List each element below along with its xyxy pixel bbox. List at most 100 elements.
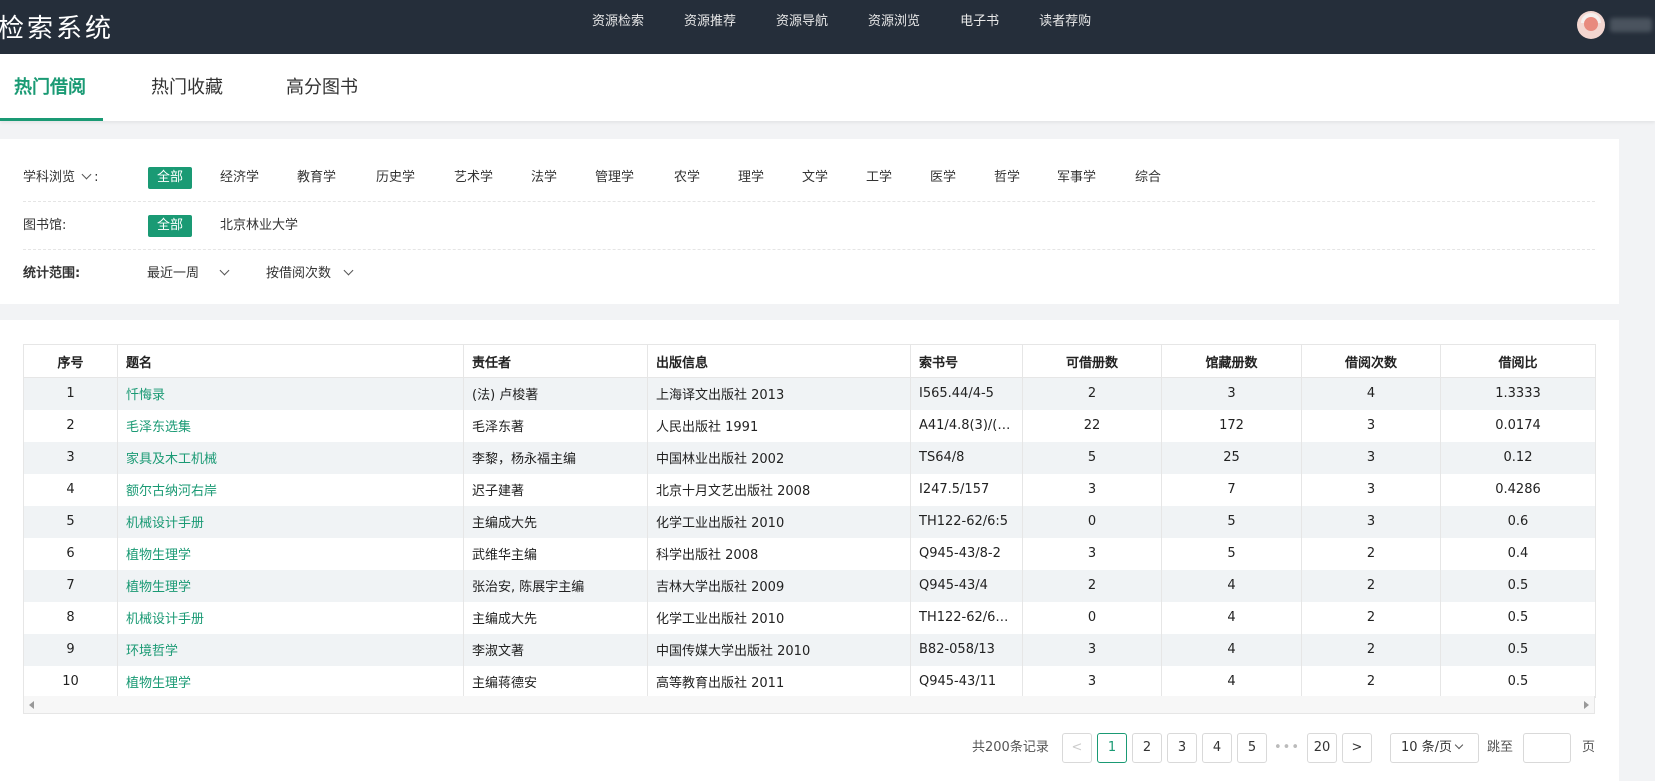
cell-title[interactable]: 植物生理学 bbox=[117, 665, 464, 698]
period-select[interactable]: 最近一周 bbox=[147, 250, 230, 298]
cell-borrow-count: 3 bbox=[1301, 409, 1441, 442]
table-row: 2 毛泽东选集 毛泽东著 人民出版社 1991 A41/4.8(3)/(… 22 172 3 0… bbox=[23, 409, 1596, 442]
subject-chip-engineering[interactable]: 工学 bbox=[866, 167, 892, 189]
subject-chip-military[interactable]: 军事学 bbox=[1057, 167, 1096, 189]
sort-select[interactable]: 按借阅次数 bbox=[266, 250, 354, 298]
tab-bar: 热门借阅 热门收藏 高分图书 bbox=[0, 54, 1655, 121]
chevron-down-icon bbox=[343, 265, 354, 276]
cell-title[interactable]: 额尔古纳河右岸 bbox=[117, 473, 464, 506]
nav-item-resource-navigation[interactable]: 资源导航 bbox=[776, 0, 828, 54]
cell-publication: 上海译文出版社 2013 bbox=[647, 377, 911, 410]
brand-title[interactable]: 检索系统 bbox=[0, 8, 114, 45]
library-chip-bjfu[interactable]: 北京林业大学 bbox=[220, 215, 298, 237]
cell-call-number: A41/4.8(3)/(… bbox=[910, 409, 1023, 442]
next-page-button[interactable]: > bbox=[1342, 733, 1372, 763]
subject-chip-all[interactable]: 全部 bbox=[148, 167, 193, 189]
subject-chip-literature[interactable]: 文学 bbox=[802, 167, 828, 189]
cell-holdings: 5 bbox=[1161, 505, 1302, 538]
subject-chip-law[interactable]: 法学 bbox=[531, 167, 557, 189]
filter-panel: 学科浏览 : 全部 经济学 教育学 历史学 艺术学 法学 管理学 农学 理学 文… bbox=[0, 139, 1619, 304]
user-avatar[interactable] bbox=[1577, 11, 1605, 39]
cell-title[interactable]: 植物生理学 bbox=[117, 537, 464, 570]
active-tab-indicator bbox=[0, 118, 103, 121]
scroll-left-icon[interactable] bbox=[29, 701, 34, 709]
range-filter-row: 统计范围: 最近一周 按借阅次数 bbox=[23, 250, 1595, 298]
subject-chip-science[interactable]: 理学 bbox=[738, 167, 764, 189]
table-row: 5 机械设计手册 主编成大先 化学工业出版社 2010 TH122-62/6:5 0 5 3 0… bbox=[23, 505, 1596, 538]
cell-borrow-ratio: 0.5 bbox=[1440, 633, 1596, 666]
table-row: 1 忏悔录 (法) 卢梭著 上海译文出版社 2013 I565.44/4-5 2 3 4 1.3… bbox=[23, 377, 1596, 410]
subject-chip-art[interactable]: 艺术学 bbox=[454, 167, 493, 189]
results-panel: 序号 题名 责任者 出版信息 索书号 可借册数 馆藏册数 借阅次数 借阅比 1忏… bbox=[0, 320, 1619, 781]
jump-page-input[interactable] bbox=[1523, 733, 1571, 763]
cell-available: 2 bbox=[1022, 377, 1162, 410]
page-button-4[interactable]: 4 bbox=[1202, 733, 1232, 763]
cell-borrow-ratio: 0.5 bbox=[1440, 569, 1596, 602]
chevron-down-icon bbox=[219, 265, 230, 276]
subject-chip-agriculture[interactable]: 农学 bbox=[674, 167, 700, 189]
table-body: 1 忏悔录 (法) 卢梭著 上海译文出版社 2013 I565.44/4-5 2 3 4 1.3… bbox=[23, 377, 1596, 698]
cell-borrow-ratio: 0.0174 bbox=[1440, 409, 1596, 442]
page-button-2[interactable]: 2 bbox=[1132, 733, 1162, 763]
cell-holdings: 3 bbox=[1161, 377, 1302, 410]
cell-author: 李淑文著 bbox=[463, 633, 648, 666]
cell-call-number: I247.5/157 bbox=[910, 473, 1023, 506]
page-button-1[interactable]: 1 bbox=[1097, 733, 1127, 763]
period-select-value: 最近一周 bbox=[147, 266, 200, 281]
tab-high-rated[interactable]: 高分图书 bbox=[286, 54, 358, 121]
library-filter-label: 图书馆: bbox=[23, 218, 67, 233]
library-chip-all[interactable]: 全部 bbox=[148, 215, 193, 237]
subject-chip-economics[interactable]: 经济学 bbox=[220, 167, 259, 189]
range-filter-label: 统计范围: bbox=[23, 266, 81, 281]
page-size-value: 10 条/页 bbox=[1401, 740, 1453, 755]
subject-chip-general[interactable]: 综合 bbox=[1135, 167, 1161, 189]
cell-call-number: TH122-62/6:5 bbox=[910, 505, 1023, 538]
cell-index: 9 bbox=[23, 633, 118, 666]
cell-publication: 吉林大学出版社 2009 bbox=[647, 569, 911, 602]
prev-page-button[interactable]: < bbox=[1062, 733, 1092, 763]
page-size-select[interactable]: 10 条/页 bbox=[1390, 733, 1479, 763]
subject-chip-education[interactable]: 教育学 bbox=[297, 167, 336, 189]
main-nav: 资源检索 资源推荐 资源导航 资源浏览 电子书 读者荐购 bbox=[592, 0, 1131, 54]
cell-index: 4 bbox=[23, 473, 118, 506]
column-header-author: 责任者 bbox=[463, 344, 648, 378]
cell-publication: 高等教育出版社 2011 bbox=[647, 665, 911, 698]
cell-title[interactable]: 毛泽东选集 bbox=[117, 409, 464, 442]
subject-chip-medicine[interactable]: 医学 bbox=[930, 167, 956, 189]
total-records: 共200条记录 bbox=[972, 740, 1049, 755]
nav-item-resource-search[interactable]: 资源检索 bbox=[592, 0, 644, 54]
subject-chip-management[interactable]: 管理学 bbox=[595, 167, 634, 189]
subject-chip-philosophy[interactable]: 哲学 bbox=[994, 167, 1020, 189]
column-header-title: 题名 bbox=[117, 344, 464, 378]
scroll-right-icon[interactable] bbox=[1584, 701, 1589, 709]
page-ellipsis[interactable]: ••• bbox=[1272, 733, 1302, 763]
nav-item-resource-browse[interactable]: 资源浏览 bbox=[868, 0, 920, 54]
tab-hot-collection[interactable]: 热门收藏 bbox=[151, 54, 223, 121]
cell-call-number: Q945-43/4 bbox=[910, 569, 1023, 602]
cell-available: 5 bbox=[1022, 441, 1162, 474]
page-button-5[interactable]: 5 bbox=[1237, 733, 1267, 763]
column-header-available: 可借册数 bbox=[1022, 344, 1162, 378]
subject-filter-label[interactable]: 学科浏览 : bbox=[23, 154, 99, 202]
nav-item-reader-recommend[interactable]: 读者荐购 bbox=[1039, 0, 1091, 54]
page-button-20[interactable]: 20 bbox=[1307, 733, 1337, 763]
cell-title[interactable]: 环境哲学 bbox=[117, 633, 464, 666]
tab-hot-borrow[interactable]: 热门借阅 bbox=[14, 54, 86, 121]
subject-chip-history[interactable]: 历史学 bbox=[376, 167, 415, 189]
nav-item-ebooks[interactable]: 电子书 bbox=[960, 0, 999, 54]
cell-title[interactable]: 家具及木工机械 bbox=[117, 441, 464, 474]
cell-title[interactable]: 忏悔录 bbox=[117, 377, 464, 410]
cell-title[interactable]: 植物生理学 bbox=[117, 569, 464, 602]
username-blurred[interactable] bbox=[1610, 18, 1652, 32]
cell-borrow-count: 2 bbox=[1301, 601, 1441, 634]
cell-publication: 化学工业出版社 2010 bbox=[647, 505, 911, 538]
cell-holdings: 4 bbox=[1161, 665, 1302, 698]
cell-title[interactable]: 机械设计手册 bbox=[117, 505, 464, 538]
page-button-3[interactable]: 3 bbox=[1167, 733, 1197, 763]
cell-index: 1 bbox=[23, 377, 118, 410]
cell-title[interactable]: 机械设计手册 bbox=[117, 601, 464, 634]
nav-item-resource-recommend[interactable]: 资源推荐 bbox=[684, 0, 736, 54]
horizontal-scrollbar[interactable] bbox=[23, 696, 1595, 714]
cell-publication: 科学出版社 2008 bbox=[647, 537, 911, 570]
cell-borrow-count: 3 bbox=[1301, 505, 1441, 538]
